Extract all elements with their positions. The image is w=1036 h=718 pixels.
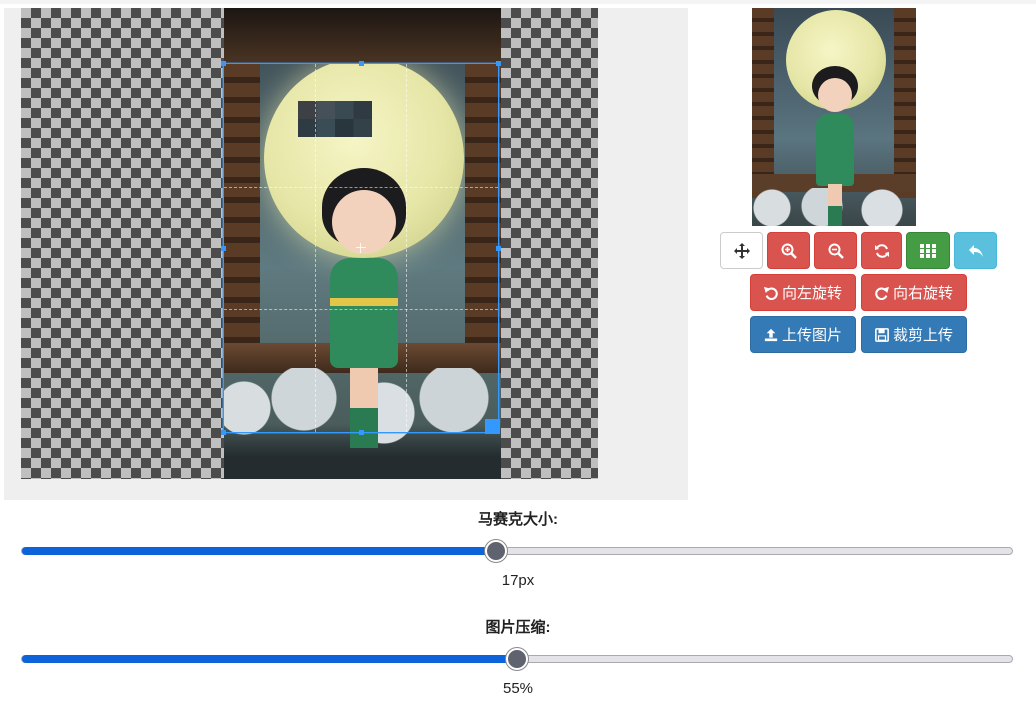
rotate-right-label: 向右旋转 xyxy=(892,285,953,302)
mosaic-size-fill xyxy=(22,547,497,555)
mosaic-size-thumb[interactable] xyxy=(485,540,508,562)
save-icon xyxy=(875,327,889,342)
mosaic-size-slider[interactable] xyxy=(21,540,1013,562)
zoom-out-icon xyxy=(828,243,844,259)
crop-upload-button[interactable]: 裁剪上传 xyxy=(861,316,967,353)
crop-handle-n[interactable] xyxy=(359,61,364,66)
move-icon xyxy=(733,242,750,259)
crop-upload-label: 裁剪上传 xyxy=(892,327,953,344)
mosaic-size-label: 马赛克大小: xyxy=(478,511,558,528)
crop-handle-ne[interactable] xyxy=(496,61,501,66)
crop-center-mark xyxy=(356,243,366,253)
zoom-in-icon xyxy=(781,243,797,259)
compression-label: 图片压缩: xyxy=(485,619,551,636)
rotate-right-icon xyxy=(875,286,889,300)
mosaic-region xyxy=(298,101,372,137)
crop-handle-s[interactable] xyxy=(359,430,364,435)
crop-handle-sw[interactable] xyxy=(221,430,226,435)
rotate-left-icon xyxy=(763,286,778,300)
upload-icon xyxy=(764,328,778,341)
refresh-icon xyxy=(874,243,889,258)
top-border xyxy=(0,0,1036,4)
cropper-canvas[interactable] xyxy=(21,8,598,479)
image-editor[interactable] xyxy=(4,8,688,500)
crop-handle-w[interactable] xyxy=(221,246,226,251)
compression-thumb[interactable] xyxy=(506,648,528,670)
rotate-left-label: 向左旋转 xyxy=(781,285,842,302)
undo-button[interactable] xyxy=(954,232,997,269)
crop-handle-e[interactable] xyxy=(496,246,501,251)
move-button[interactable] xyxy=(720,232,763,269)
upload-image-label: 上传图片 xyxy=(781,327,842,344)
crop-box[interactable] xyxy=(221,61,501,435)
crop-handle-se[interactable] xyxy=(485,419,500,434)
crop-handle-nw[interactable] xyxy=(221,61,226,66)
zoom-in-button[interactable] xyxy=(767,232,810,269)
zoom-out-button[interactable] xyxy=(814,232,857,269)
upload-image-button[interactable]: 上传图片 xyxy=(750,316,856,353)
compression-value: 55% xyxy=(502,680,534,697)
mosaic-button[interactable] xyxy=(906,232,950,269)
undo-icon xyxy=(968,244,983,257)
compression-slider[interactable] xyxy=(21,648,1013,670)
rotate-left-button[interactable]: 向左旋转 xyxy=(750,274,856,311)
rotate-right-button[interactable]: 向右旋转 xyxy=(861,274,967,311)
compression-fill xyxy=(22,655,517,663)
grid-icon xyxy=(920,243,936,258)
refresh-button[interactable] xyxy=(861,232,902,269)
mosaic-size-value: 17px xyxy=(501,572,535,589)
crop-preview xyxy=(752,8,916,226)
